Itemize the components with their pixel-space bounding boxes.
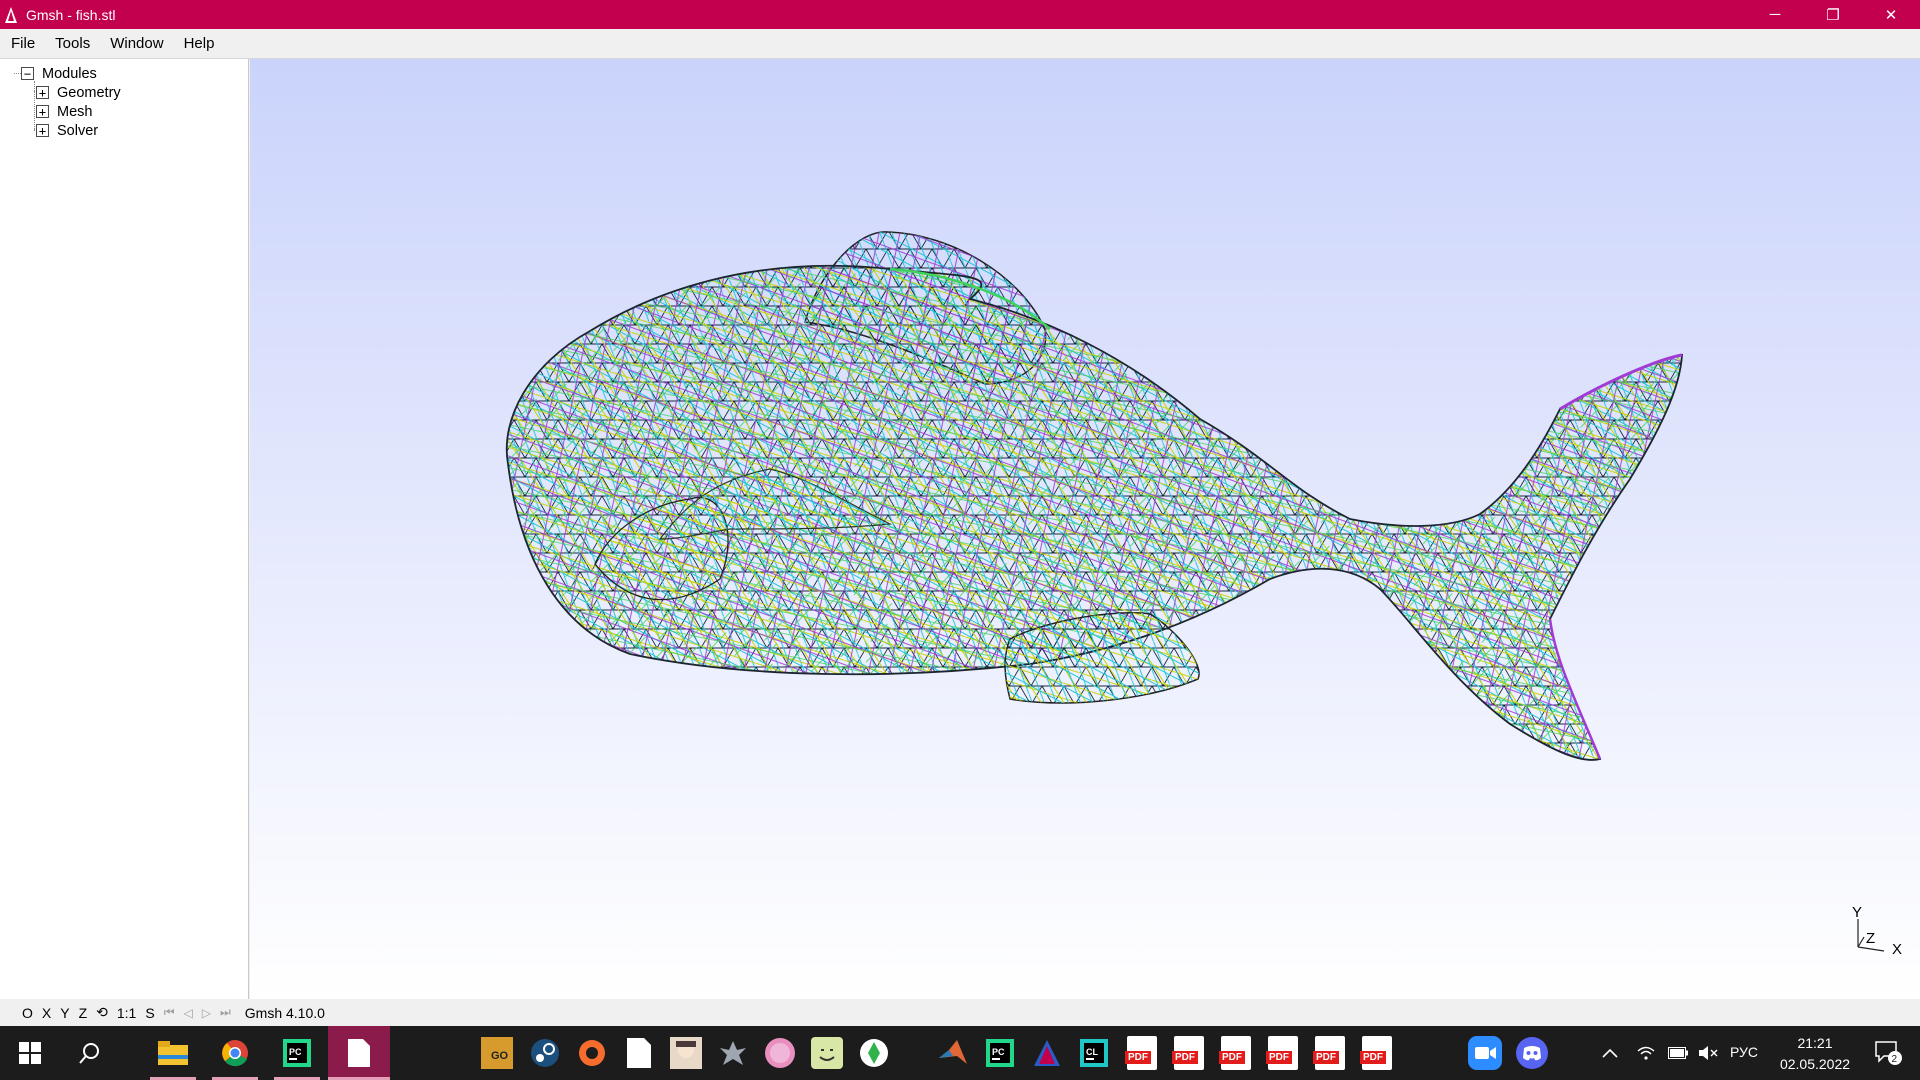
pdf-label: PDF (1219, 1051, 1245, 1064)
pdf-label: PDF (1125, 1051, 1151, 1064)
pdf-label: PDF (1172, 1051, 1198, 1064)
pdf-file-icon[interactable]: PDF (1357, 1033, 1397, 1073)
clock-date: 02.05.2022 (1779, 1056, 1851, 1072)
module-tree-panel: − Modules + Geometry + Mesh + Solver ▼ (0, 59, 249, 1050)
pdf-label: PDF (1266, 1051, 1292, 1064)
witcher-icon[interactable] (713, 1033, 753, 1073)
taskbar-clock[interactable]: 21:21 02.05.2022 (1770, 1033, 1860, 1075)
svg-text:CL: CL (1086, 1047, 1098, 1057)
pdf-file-icon[interactable]: PDF (1122, 1033, 1162, 1073)
snapshot-button[interactable]: S (145, 1005, 154, 1021)
clock-time: 21:21 (1797, 1035, 1833, 1051)
rotate-icon[interactable]: ⟲ (96, 1004, 108, 1021)
view-z-button[interactable]: Z (79, 1005, 88, 1021)
scale-1to1-button[interactable]: 1:1 (117, 1005, 136, 1021)
speaker-muted-icon[interactable] (1695, 1033, 1721, 1073)
svg-text:GO: GO (491, 1050, 509, 1062)
play-icon[interactable]: ▷ (202, 1006, 211, 1020)
clion-icon[interactable]: CL (1074, 1033, 1114, 1073)
tree-item-label: Geometry (57, 84, 121, 101)
file-explorer-icon[interactable] (153, 1033, 193, 1073)
cute-face-icon[interactable] (807, 1033, 847, 1073)
notification-count: 2 (1892, 1054, 1898, 1065)
expand-icon[interactable]: + (36, 105, 49, 118)
blank-file-icon[interactable] (619, 1033, 659, 1073)
gmsh-app-icon (0, 0, 22, 29)
previous-icon[interactable]: ◁ (184, 1006, 193, 1020)
pdf-label: PDF (1313, 1051, 1339, 1064)
expand-icon[interactable]: + (36, 86, 49, 99)
collapse-icon[interactable]: − (21, 67, 34, 80)
menu-bar: File Tools Window Help (0, 29, 1920, 59)
first-icon[interactable]: ⏮ (164, 1005, 175, 1020)
tree-item-mesh[interactable]: + Mesh (36, 102, 92, 121)
status-message: Gmsh 4.10.0 (244, 1004, 325, 1021)
input-language-indicator[interactable]: РУС (1730, 1044, 1758, 1060)
svg-text:PC: PC (289, 1047, 302, 1057)
menu-file[interactable]: File (0, 35, 45, 52)
maximize-button[interactable]: ❐ (1804, 0, 1862, 29)
chrome-icon[interactable] (215, 1033, 255, 1073)
pycharm-icon-2[interactable]: PC (980, 1033, 1020, 1073)
view-y-button[interactable]: Y (60, 1005, 69, 1021)
pycharm-icon[interactable]: PC (277, 1033, 317, 1073)
tree-item-solver[interactable]: + Solver (36, 121, 98, 140)
status-bar: O X Y Z ⟲ 1:1 S ⏮ ◁ ▷ ⏭ Gmsh 4.10.0 (0, 999, 1920, 1026)
tree-connector (34, 81, 35, 131)
game-portrait-icon[interactable] (666, 1033, 706, 1073)
steam-icon[interactable] (525, 1033, 565, 1073)
menu-help[interactable]: Help (174, 35, 225, 52)
tree-item-label: Mesh (57, 103, 93, 120)
origin-icon[interactable] (572, 1033, 612, 1073)
tree-item-label: Solver (57, 122, 99, 139)
window-title: Gmsh - fish.stl (26, 6, 116, 23)
axis-y-label: Y (1852, 904, 1862, 921)
menu-window[interactable]: Window (100, 35, 173, 52)
tree-connector (14, 73, 21, 74)
expand-icon[interactable]: + (36, 124, 49, 137)
gmsh-taskbar-icon[interactable] (1027, 1033, 1067, 1073)
menu-tools[interactable]: Tools (45, 35, 100, 52)
sims-icon[interactable] (854, 1033, 894, 1073)
title-bar: Gmsh - fish.stl ─ ❐ ✕ (0, 0, 1920, 29)
notification-center-icon[interactable]: 2 (1868, 1033, 1908, 1073)
tray-chevron-up-icon[interactable] (1597, 1033, 1623, 1073)
axis-z-label: Z (1866, 930, 1875, 947)
pdf-file-icon[interactable]: PDF (1310, 1033, 1350, 1073)
battery-icon[interactable] (1665, 1033, 1691, 1073)
osu-icon[interactable] (760, 1033, 800, 1073)
view-origin-button[interactable]: O (22, 1005, 33, 1021)
discord-icon[interactable] (1512, 1033, 1552, 1073)
svg-text:PC: PC (992, 1047, 1005, 1057)
axis-x-label: X (1892, 941, 1902, 958)
document-icon[interactable] (339, 1033, 379, 1073)
tree-item-modules[interactable]: − Modules (21, 64, 97, 83)
axes-indicator: Y Z X (1852, 904, 1902, 958)
minimize-button[interactable]: ─ (1746, 0, 1804, 29)
graphics-viewport[interactable]: Y Z X (250, 59, 1920, 999)
close-button[interactable]: ✕ (1862, 0, 1920, 29)
fish-mesh-model[interactable] (250, 59, 1920, 999)
matlab-icon[interactable] (933, 1033, 973, 1073)
windows-taskbar: PC GO PC CL PDF PDF PDF PDF PDF PDF РУС … (0, 1026, 1920, 1080)
zoom-icon[interactable] (1465, 1033, 1505, 1073)
pdf-file-icon[interactable]: PDF (1263, 1033, 1303, 1073)
pdf-file-icon[interactable]: PDF (1169, 1033, 1209, 1073)
wifi-icon[interactable] (1633, 1033, 1659, 1073)
search-icon[interactable] (70, 1033, 110, 1073)
pdf-label: PDF (1360, 1051, 1386, 1064)
windows-start-icon[interactable] (10, 1033, 50, 1073)
pdf-file-icon[interactable]: PDF (1216, 1033, 1256, 1073)
tree-item-geometry[interactable]: + Geometry (36, 83, 121, 102)
view-x-button[interactable]: X (42, 1005, 51, 1021)
csgo-icon[interactable]: GO (477, 1033, 517, 1073)
tree-item-label: Modules (42, 65, 97, 82)
last-icon[interactable]: ⏭ (220, 1005, 231, 1020)
